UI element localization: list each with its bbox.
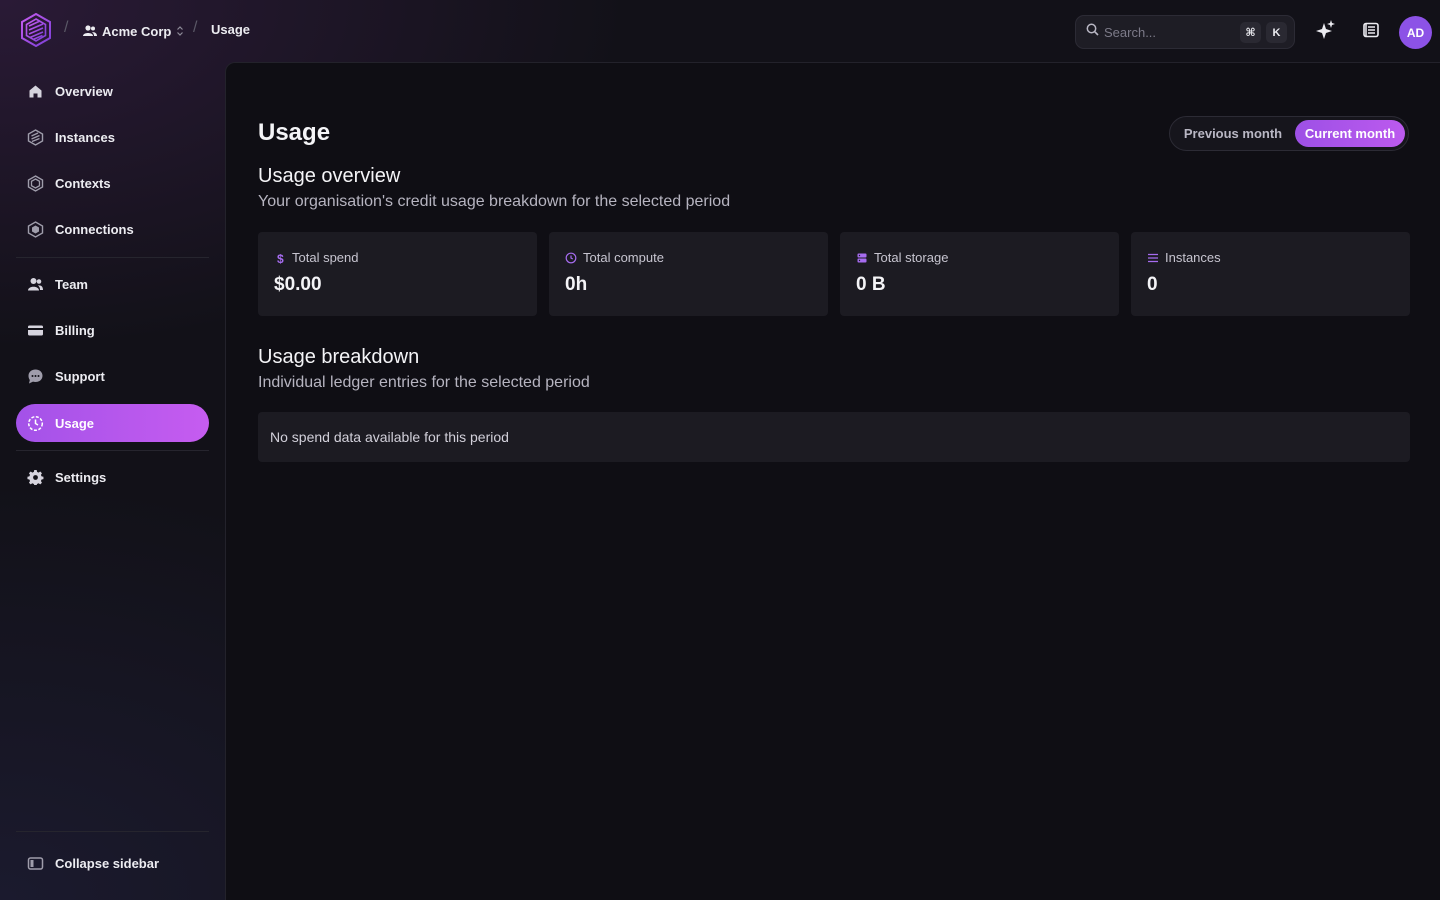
stat-label: Total spend: [292, 250, 359, 265]
sidebar-divider: [16, 257, 209, 258]
instances-icon: [27, 128, 44, 146]
sidebar-divider: [16, 450, 209, 451]
sidebar-item-label: Usage: [55, 415, 95, 431]
breadcrumb-separator: /: [64, 19, 69, 36]
stat-value: 0 B: [856, 274, 886, 295]
home-icon: [29, 85, 42, 97]
sidebar-item-label: Settings: [55, 469, 107, 485]
page-title: Usage: [258, 119, 331, 146]
sidebar-toggle-icon: [27, 856, 44, 870]
usage-breakdown-subtitle: Individual ledger entries for the select…: [258, 374, 590, 391]
top-bar: / Acme Corp / Usage ⌘ K AD: [0, 0, 1440, 62]
database-icon: [857, 253, 867, 262]
credit-card-icon: [28, 325, 43, 335]
stat-label: Total storage: [874, 250, 949, 265]
sidebar-item-team[interactable]: Team: [16, 265, 209, 303]
stat-card-total-storage: Total storage 0 B: [840, 232, 1119, 316]
team-icon: [28, 277, 43, 290]
clock-icon: [27, 415, 44, 431]
sidebar-item-label: Billing: [55, 322, 95, 338]
chat-bubble-icon: [28, 369, 43, 383]
stat-card-total-compute: Total compute 0h: [549, 232, 828, 316]
sidebar: Overview Instances Contexts Connections …: [0, 62, 225, 900]
sidebar-item-label: Instances: [55, 129, 115, 145]
stat-value: 0: [1147, 274, 1158, 295]
gear-icon: [27, 469, 44, 485]
stat-value: $0.00: [274, 274, 322, 295]
dollar-icon: $: [277, 252, 284, 264]
search-box[interactable]: ⌘ K: [1075, 15, 1295, 49]
previous-month-button[interactable]: Previous month: [1174, 120, 1292, 147]
collapse-sidebar-label: Collapse sidebar: [55, 855, 160, 871]
usage-overview-title: Usage overview: [258, 165, 401, 187]
list-icon: [1148, 253, 1158, 262]
search-icon: [1086, 23, 1099, 41]
shortcut-key: K: [1266, 22, 1287, 43]
sparkle-icon: [1314, 19, 1336, 46]
sidebar-item-connections[interactable]: Connections: [16, 210, 209, 248]
sidebar-item-label: Overview: [55, 83, 113, 99]
sidebar-item-billing[interactable]: Billing: [16, 311, 209, 349]
breadcrumb-separator: /: [193, 19, 198, 36]
app-logo-icon[interactable]: [20, 12, 52, 48]
sidebar-item-instances[interactable]: Instances: [16, 118, 209, 156]
sidebar-item-overview[interactable]: Overview: [16, 72, 209, 110]
connections-icon: [27, 220, 44, 238]
empty-state-message: No spend data available for this period: [258, 412, 1410, 462]
sidebar-item-label: Support: [55, 368, 105, 384]
sidebar-divider: [16, 831, 209, 832]
search-input[interactable]: [1104, 24, 1234, 40]
sidebar-item-settings[interactable]: Settings: [16, 458, 209, 496]
docs-button[interactable]: [1356, 17, 1386, 47]
svg-text:$: $: [277, 252, 284, 264]
sidebar-item-usage[interactable]: Usage: [16, 404, 209, 442]
main-content: Usage Previous month Current month Usage…: [225, 62, 1440, 900]
usage-overview-subtitle: Your organisation's credit usage breakdo…: [258, 193, 731, 210]
current-month-button[interactable]: Current month: [1295, 120, 1405, 147]
user-avatar[interactable]: AD: [1399, 16, 1432, 49]
ai-sparkle-button[interactable]: [1310, 17, 1340, 47]
period-toggle: Previous month Current month: [1169, 116, 1409, 151]
sidebar-item-label: Connections: [55, 221, 134, 237]
org-switcher[interactable]: Acme Corp: [83, 20, 184, 42]
stat-label: Total compute: [583, 250, 664, 265]
collapse-sidebar-button[interactable]: Collapse sidebar: [16, 844, 209, 882]
stat-card-total-spend: $ Total spend $0.00: [258, 232, 537, 316]
contexts-icon: [27, 174, 44, 192]
stat-card-instances: Instances 0: [1131, 232, 1410, 316]
usage-breakdown-title: Usage breakdown: [258, 346, 420, 368]
org-name: Acme Corp: [102, 23, 172, 39]
sidebar-item-label: Team: [55, 276, 88, 292]
clock-icon: [565, 252, 577, 263]
stat-label: Instances: [1165, 250, 1221, 265]
shortcut-modifier-key: ⌘: [1240, 22, 1261, 43]
sidebar-item-label: Contexts: [55, 175, 111, 191]
breadcrumb-current: Usage: [211, 22, 251, 37]
stat-value: 0h: [565, 274, 588, 295]
team-icon: [83, 25, 97, 37]
sidebar-item-contexts[interactable]: Contexts: [16, 164, 209, 202]
sidebar-item-support[interactable]: Support: [16, 357, 209, 395]
book-icon: [1362, 21, 1380, 44]
chevron-up-down-icon: [176, 26, 184, 36]
